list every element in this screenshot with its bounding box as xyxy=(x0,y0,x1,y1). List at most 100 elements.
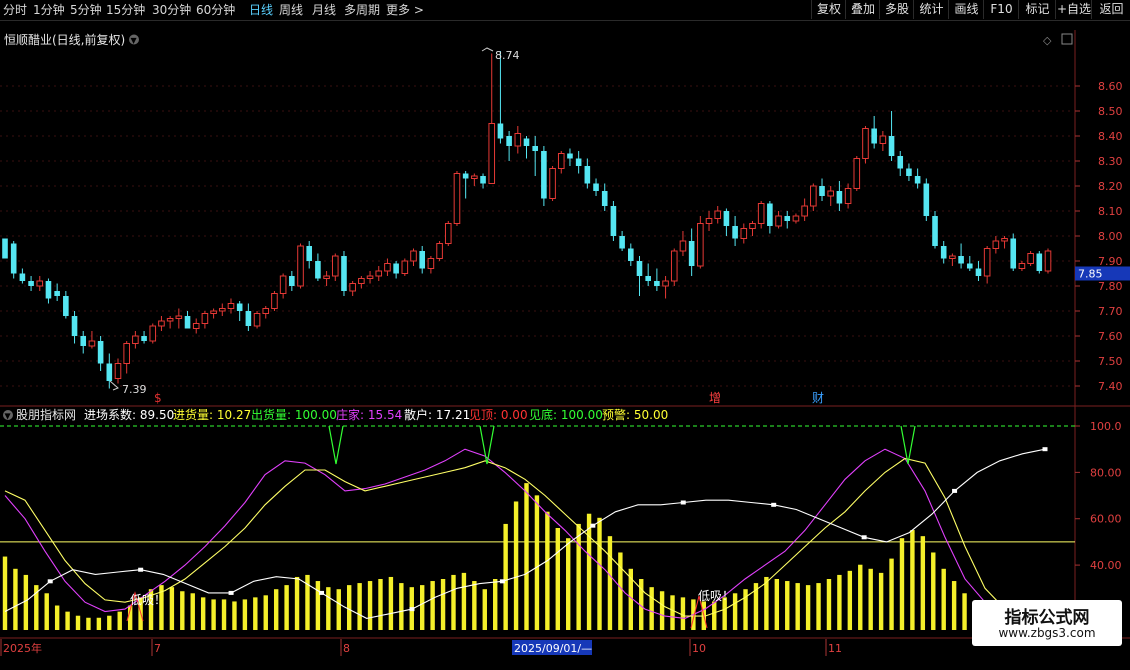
candle-body xyxy=(593,183,599,191)
inflow-bar xyxy=(899,538,905,630)
inflow-bar xyxy=(493,579,498,630)
toolbar-button-2[interactable]: 多股 xyxy=(879,0,914,19)
inflow-bar xyxy=(566,538,571,630)
price-tick-label: 8.50 xyxy=(1098,105,1123,118)
toolbar-button-1[interactable]: 叠加 xyxy=(845,0,880,19)
timeframe-2[interactable]: 5分钟 xyxy=(70,2,102,18)
x-tick-label: 7 xyxy=(154,642,161,655)
candle-body xyxy=(871,128,877,144)
toolbar-button-6[interactable]: 标记 xyxy=(1018,0,1056,19)
candle-body xyxy=(54,291,60,296)
x-tick-label: 8 xyxy=(343,642,350,655)
entry-dot xyxy=(499,579,505,584)
candle-body xyxy=(323,275,330,279)
watermark: 指标公式网 www.zbgs3.com xyxy=(972,600,1122,646)
timeframe-6[interactable]: 日线 xyxy=(249,2,273,18)
inflow-bar xyxy=(659,591,665,630)
entry-dot xyxy=(680,500,686,505)
entry-dot xyxy=(952,488,958,493)
toolbar-button-0[interactable]: 复权 xyxy=(811,0,846,19)
inflow-bar xyxy=(878,572,884,630)
price-tick-label: 8.20 xyxy=(1098,180,1123,193)
candle-body xyxy=(453,173,461,224)
candle-body xyxy=(888,136,895,156)
annotation-low-buy-0: 低吸！ xyxy=(130,593,166,607)
price-tick-label: 8.60 xyxy=(1098,80,1123,93)
price-tick-label: 7.60 xyxy=(1098,330,1123,343)
candle-body xyxy=(975,268,982,276)
candle-body xyxy=(106,363,113,381)
toolbar-button-7[interactable]: +自选 xyxy=(1055,0,1092,19)
price-tick-label: 7.70 xyxy=(1098,305,1123,318)
candle-body xyxy=(705,218,713,224)
diamond-icon: ◇ xyxy=(1043,34,1052,47)
inflow-bar xyxy=(190,593,195,630)
timeframe-5[interactable]: 60分钟 xyxy=(196,2,235,18)
inflow-bar xyxy=(482,589,487,630)
timeframe-0[interactable]: 分时 xyxy=(3,2,27,18)
watermark-line1: 指标公式网 xyxy=(1004,608,1090,628)
toolbar-button-4[interactable]: 画线 xyxy=(948,0,984,19)
price-tick-label: 7.90 xyxy=(1098,255,1123,268)
candle-body xyxy=(949,255,956,259)
inflow-bar xyxy=(461,572,467,630)
candle-body xyxy=(557,153,565,169)
inflow-bar xyxy=(931,552,936,630)
candle-body xyxy=(567,153,573,159)
candle-body xyxy=(471,175,478,179)
inflow-bar xyxy=(858,564,863,630)
candle-body xyxy=(992,240,1000,249)
inflow-bar xyxy=(294,576,300,630)
candle-body xyxy=(28,281,34,286)
candle-body xyxy=(940,246,947,259)
candle-body xyxy=(297,245,304,287)
candle-body xyxy=(732,226,738,239)
toolbar-button-8[interactable]: 返回 xyxy=(1091,0,1130,19)
candle-body xyxy=(1036,253,1043,271)
timeframe-9[interactable]: 多周期 xyxy=(344,2,380,18)
inflow-bar xyxy=(420,585,425,630)
indicator-value-6: 见底: 100.00 xyxy=(529,407,603,422)
inflow-bar xyxy=(263,595,268,630)
candle-body xyxy=(792,215,800,222)
timeframe-4[interactable]: 30分钟 xyxy=(152,2,191,18)
entry-dot xyxy=(138,567,144,572)
low-label: 7.39 xyxy=(122,383,147,396)
inflow-bar xyxy=(920,536,926,630)
candle-body xyxy=(289,276,295,286)
timeframe-8[interactable]: 月线 xyxy=(312,2,336,18)
candle-body xyxy=(184,316,191,329)
candle-body xyxy=(315,261,321,279)
inflow-bar xyxy=(607,536,613,630)
high-label: 8.74 xyxy=(495,49,520,62)
candle-body xyxy=(253,313,261,327)
timeframe-10[interactable]: 更多 > xyxy=(386,2,424,18)
inflow-bar xyxy=(44,593,49,630)
candle-body xyxy=(897,156,904,169)
candle-body xyxy=(306,246,313,261)
candle-body xyxy=(141,336,147,341)
candle-body xyxy=(514,133,522,147)
candle-body xyxy=(601,191,608,206)
candle-body xyxy=(906,168,912,176)
toolbar-button-3[interactable]: 统计 xyxy=(913,0,949,19)
inflow-bar xyxy=(513,501,519,630)
entry-dot xyxy=(409,607,415,612)
stock-chart[interactable]: 恒顺醋业(日线,前复权) ▼ ◇ 8.60 8.50 8.40 8.30 8.20 8.10 8.… xyxy=(0,20,1130,670)
timeframe-3[interactable]: 15分钟 xyxy=(106,2,145,18)
timeframe-1[interactable]: 1分钟 xyxy=(33,2,65,18)
expand-icon xyxy=(1061,33,1073,45)
high-pointer xyxy=(481,47,494,52)
candle-body xyxy=(97,341,104,364)
candle-body xyxy=(662,280,669,287)
inflow-bar xyxy=(367,581,373,630)
candle-body xyxy=(523,138,530,146)
candle-body xyxy=(801,205,808,217)
candle-body xyxy=(749,223,756,229)
candle-body xyxy=(1027,253,1034,264)
timeframe-7[interactable]: 周线 xyxy=(279,2,303,18)
inflow-bar xyxy=(242,599,248,630)
toolbar-button-5[interactable]: F10 xyxy=(983,0,1019,19)
entry-dot xyxy=(228,590,234,595)
inflow-bar xyxy=(764,576,769,630)
